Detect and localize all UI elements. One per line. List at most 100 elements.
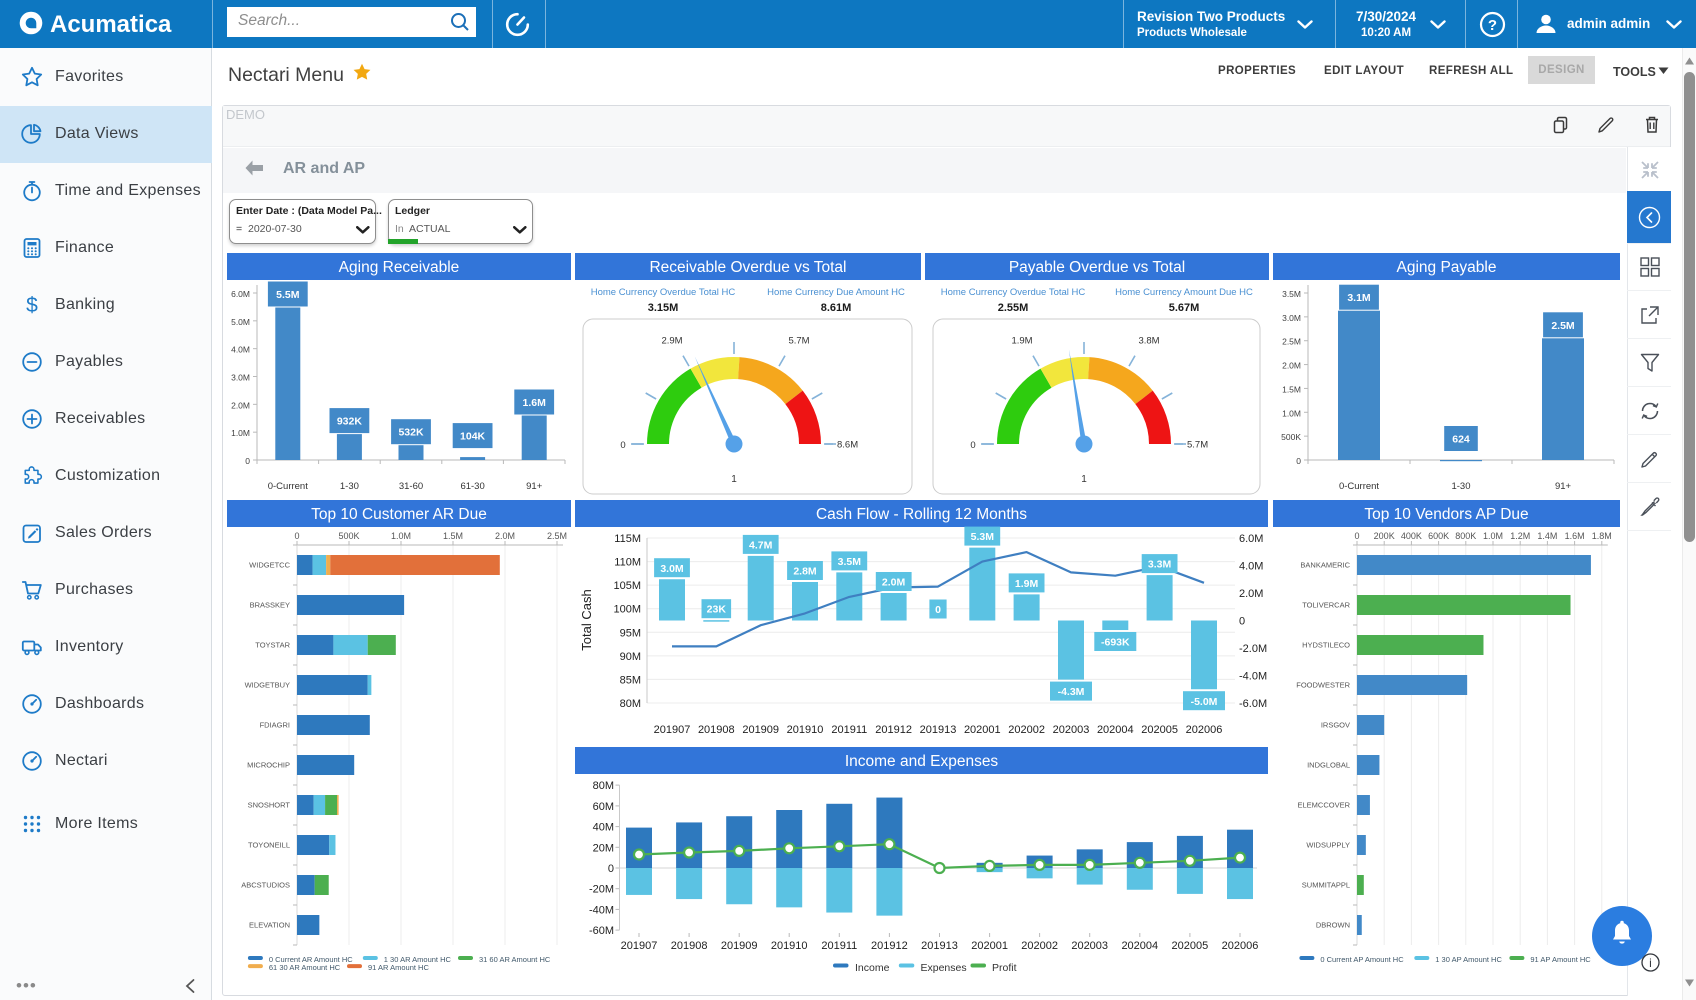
- svg-text:Aging Receivable: Aging Receivable: [339, 259, 460, 276]
- svg-text:201911: 201911: [821, 940, 857, 952]
- svg-text:201908: 201908: [698, 724, 735, 736]
- svg-text:500K: 500K: [1281, 432, 1301, 442]
- svg-text:1.4M: 1.4M: [1537, 531, 1557, 541]
- svg-text:2.5M: 2.5M: [1551, 320, 1575, 332]
- svg-text:Payable Overdue vs Total: Payable Overdue vs Total: [1009, 259, 1185, 276]
- svg-text:-4.0M: -4.0M: [1239, 671, 1267, 683]
- svg-text:2.0M: 2.0M: [1282, 361, 1301, 371]
- svg-text:932K: 932K: [337, 416, 363, 428]
- svg-text:-60M: -60M: [589, 925, 614, 937]
- svg-text:3.5M: 3.5M: [838, 556, 862, 568]
- svg-text:2.5M: 2.5M: [547, 531, 567, 541]
- svg-text:201907: 201907: [654, 724, 691, 736]
- svg-text:6.0M: 6.0M: [1239, 533, 1263, 545]
- svg-text:WIDGETCC: WIDGETCC: [249, 561, 290, 570]
- svg-text:202005: 202005: [1141, 724, 1178, 736]
- svg-text:$: $: [26, 294, 38, 316]
- svg-text:200K: 200K: [1374, 531, 1395, 541]
- svg-text:800K: 800K: [1455, 531, 1476, 541]
- svg-text:20M: 20M: [593, 842, 614, 854]
- svg-text:3.1M: 3.1M: [1347, 292, 1371, 304]
- svg-text:0-Current: 0-Current: [1339, 481, 1379, 492]
- svg-text:Home Currency Amount Due HC: Home Currency Amount Due HC: [1115, 287, 1253, 298]
- svg-text:INDGLOBAL: INDGLOBAL: [1307, 761, 1350, 770]
- svg-text:Profit: Profit: [992, 962, 1017, 974]
- svg-text:0: 0: [608, 863, 614, 875]
- svg-text:202002: 202002: [1021, 940, 1058, 952]
- svg-text:Expenses: Expenses: [921, 962, 967, 974]
- svg-text:5.0M: 5.0M: [231, 317, 250, 327]
- svg-text:0: 0: [294, 531, 299, 541]
- svg-text:2.8M: 2.8M: [793, 566, 817, 578]
- svg-text:201909: 201909: [721, 940, 758, 952]
- svg-text:400K: 400K: [1401, 531, 1422, 541]
- svg-text:85M: 85M: [620, 674, 641, 686]
- svg-text:1.0M: 1.0M: [391, 531, 411, 541]
- svg-text:2.5M: 2.5M: [1282, 337, 1301, 347]
- svg-text:202004: 202004: [1097, 724, 1134, 736]
- svg-text:Top 10 Vendors AP Due: Top 10 Vendors AP Due: [1364, 506, 1528, 523]
- svg-text:Home Currency Overdue Total HC: Home Currency Overdue Total HC: [941, 287, 1086, 298]
- svg-text:95M: 95M: [620, 627, 641, 639]
- svg-text:DBROWN: DBROWN: [1316, 921, 1350, 930]
- svg-text:2.55M: 2.55M: [998, 302, 1029, 314]
- svg-text:SUMMITAPPL: SUMMITAPPL: [1302, 881, 1350, 890]
- svg-text:WIDGETBUY: WIDGETBUY: [245, 681, 290, 690]
- svg-text:201913: 201913: [920, 724, 957, 736]
- svg-text:Home Currency Overdue Total HC: Home Currency Overdue Total HC: [591, 287, 736, 298]
- svg-text:3.0M: 3.0M: [231, 373, 250, 383]
- svg-text:1.9M: 1.9M: [1015, 578, 1039, 590]
- svg-text:1.6M: 1.6M: [1565, 531, 1585, 541]
- svg-text:3.3M: 3.3M: [1148, 559, 1172, 571]
- svg-text:8.61M: 8.61M: [821, 302, 852, 314]
- svg-text:4.0M: 4.0M: [1239, 561, 1263, 573]
- svg-text:2.0M: 2.0M: [495, 531, 515, 541]
- svg-text:0: 0: [245, 456, 250, 466]
- svg-text:5.7M: 5.7M: [788, 335, 809, 346]
- svg-text:8.6M: 8.6M: [837, 440, 858, 451]
- svg-text:Income: Income: [855, 962, 890, 974]
- svg-text:202005: 202005: [1172, 940, 1209, 952]
- svg-text:ABCSTUDIOS: ABCSTUDIOS: [241, 881, 290, 890]
- svg-text:202006: 202006: [1222, 940, 1259, 952]
- svg-text:90M: 90M: [620, 651, 641, 663]
- svg-text:5.67M: 5.67M: [1169, 302, 1200, 314]
- svg-text:532K: 532K: [398, 427, 424, 439]
- svg-text:-6.0M: -6.0M: [1239, 698, 1267, 710]
- svg-text:91 AP Amount HC: 91 AP Amount HC: [1530, 955, 1591, 964]
- svg-text:1.6M: 1.6M: [523, 397, 547, 409]
- svg-text:4.7M: 4.7M: [749, 539, 773, 551]
- svg-text:2.0M: 2.0M: [882, 577, 906, 589]
- svg-text:i: i: [1649, 956, 1652, 970]
- svg-text:1.0M: 1.0M: [1483, 531, 1503, 541]
- svg-text:Total Cash: Total Cash: [579, 589, 594, 650]
- svg-text:202002: 202002: [1008, 724, 1045, 736]
- svg-text:TOYSTAR: TOYSTAR: [255, 641, 290, 650]
- svg-text:1.9M: 1.9M: [1011, 335, 1032, 346]
- svg-text:ELEMCCOVER: ELEMCCOVER: [1297, 801, 1350, 810]
- svg-text:-693K: -693K: [1101, 637, 1130, 649]
- svg-text:3.0M: 3.0M: [660, 563, 684, 575]
- svg-text:600K: 600K: [1428, 531, 1449, 541]
- svg-text:?: ?: [1488, 17, 1497, 34]
- svg-text:WIDSUPPLY: WIDSUPPLY: [1306, 841, 1350, 850]
- svg-text:Aging Payable: Aging Payable: [1397, 259, 1497, 276]
- svg-text:1-30: 1-30: [1451, 481, 1470, 492]
- svg-text:Top 10 Customer AR Due: Top 10 Customer AR Due: [311, 506, 487, 523]
- svg-text:-2.0M: -2.0M: [1239, 643, 1267, 655]
- svg-text:201912: 201912: [875, 724, 912, 736]
- svg-text:TOYONEILL: TOYONEILL: [248, 841, 290, 850]
- svg-text:1.0M: 1.0M: [231, 428, 250, 438]
- svg-text:Home Currency Due Amount HC: Home Currency Due Amount HC: [767, 287, 905, 298]
- svg-text:100M: 100M: [613, 604, 641, 616]
- svg-text:60M: 60M: [593, 801, 614, 813]
- svg-text:202003: 202003: [1053, 724, 1090, 736]
- svg-text:202003: 202003: [1071, 940, 1108, 952]
- svg-text:201910: 201910: [787, 724, 824, 736]
- svg-text:6.0M: 6.0M: [231, 289, 250, 299]
- svg-text:1.5M: 1.5M: [1282, 384, 1301, 394]
- svg-text:61-30: 61-30: [460, 481, 484, 492]
- svg-text:5.7M: 5.7M: [1187, 440, 1208, 451]
- svg-text:FDIAGRI: FDIAGRI: [260, 721, 290, 730]
- svg-text:624: 624: [1452, 434, 1470, 446]
